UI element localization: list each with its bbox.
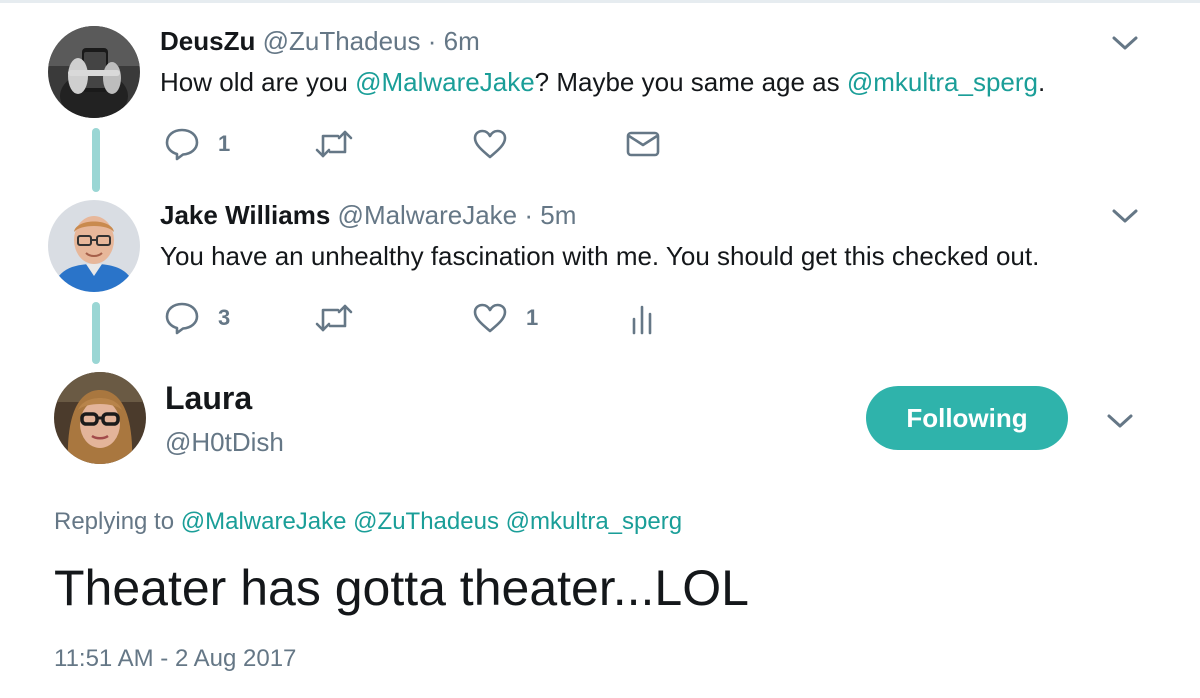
reply-icon: [165, 302, 199, 335]
analytics-button[interactable]: [630, 298, 654, 338]
avatar[interactable]: [54, 372, 146, 464]
like-count: 1: [526, 305, 539, 330]
avatar[interactable]: [48, 200, 140, 292]
replying-to: Replying to @MalwareJake @ZuThadeus @mku…: [54, 508, 682, 536]
tweet-text: You have an unhealthy fascination with m…: [160, 241, 1040, 271]
mention-link[interactable]: @mkultra_sperg: [847, 67, 1038, 97]
author-handle[interactable]: @H0tDish: [165, 427, 284, 458]
following-button[interactable]: Following: [866, 386, 1068, 450]
top-divider: [0, 0, 1200, 3]
mention-link[interactable]: @ZuThadeus: [353, 508, 499, 535]
retweet-button[interactable]: [314, 298, 354, 338]
reply-count: 3: [218, 305, 231, 330]
tweet-text: Theater has gotta theater...LOL: [54, 560, 749, 616]
avatar[interactable]: [48, 26, 140, 118]
like-button[interactable]: [472, 124, 508, 164]
tweet-text: How old are you @MalwareJake? Maybe you …: [160, 66, 1045, 98]
tweet-text-part: How old are you: [160, 67, 356, 97]
tweet-header: Jake Williams @MalwareJake · 5m: [160, 200, 576, 230]
author-name[interactable]: DeusZu: [160, 26, 255, 56]
mention-link[interactable]: @mkultra_sperg: [506, 508, 682, 535]
tweet-time[interactable]: 6m: [444, 26, 480, 56]
like-button[interactable]: 1: [472, 298, 538, 338]
tweet-actions: 1: [160, 124, 680, 164]
chevron-down-icon[interactable]: [1111, 207, 1139, 225]
author-name[interactable]: Jake Williams: [160, 200, 330, 230]
heart-icon: [473, 129, 507, 159]
thread-connector: [92, 128, 100, 192]
heart-icon: [473, 303, 507, 333]
replying-to-label: Replying to: [54, 508, 175, 535]
tweet-actions: 3 1: [160, 298, 680, 338]
retweet-icon: [315, 130, 353, 158]
chevron-down-icon[interactable]: [1106, 412, 1134, 430]
author-name[interactable]: Laura: [165, 380, 252, 417]
reply-icon: [165, 128, 199, 161]
tweet-timestamp[interactable]: 11:51 AM - 2 Aug 2017: [54, 645, 296, 673]
tweet-header: DeusZu @ZuThadeus · 6m: [160, 26, 480, 56]
direct-message-button[interactable]: [626, 124, 660, 164]
reply-count: 1: [218, 131, 231, 156]
thread-connector: [92, 302, 100, 364]
analytics-icon: [632, 305, 652, 335]
separator: ·: [427, 26, 437, 56]
reply-button[interactable]: 1: [164, 124, 230, 164]
mention-link[interactable]: @MalwareJake: [181, 508, 347, 535]
tweet-text-part: .: [1038, 67, 1046, 97]
envelope-icon: [626, 131, 660, 157]
author-handle[interactable]: @MalwareJake: [338, 200, 518, 230]
tweet-text-part: ? Maybe you same age as: [534, 67, 847, 97]
separator: ·: [524, 200, 534, 230]
author-handle[interactable]: @ZuThadeus: [263, 26, 421, 56]
tweet-thread: DeusZu @ZuThadeus · 6m How old are you @…: [0, 0, 1200, 698]
tweet-time[interactable]: 5m: [540, 200, 576, 230]
chevron-down-icon[interactable]: [1111, 34, 1139, 52]
retweet-button[interactable]: [314, 124, 354, 164]
retweet-icon: [315, 304, 353, 332]
reply-button[interactable]: 3: [164, 298, 230, 338]
mention-link[interactable]: @MalwareJake: [355, 67, 535, 97]
